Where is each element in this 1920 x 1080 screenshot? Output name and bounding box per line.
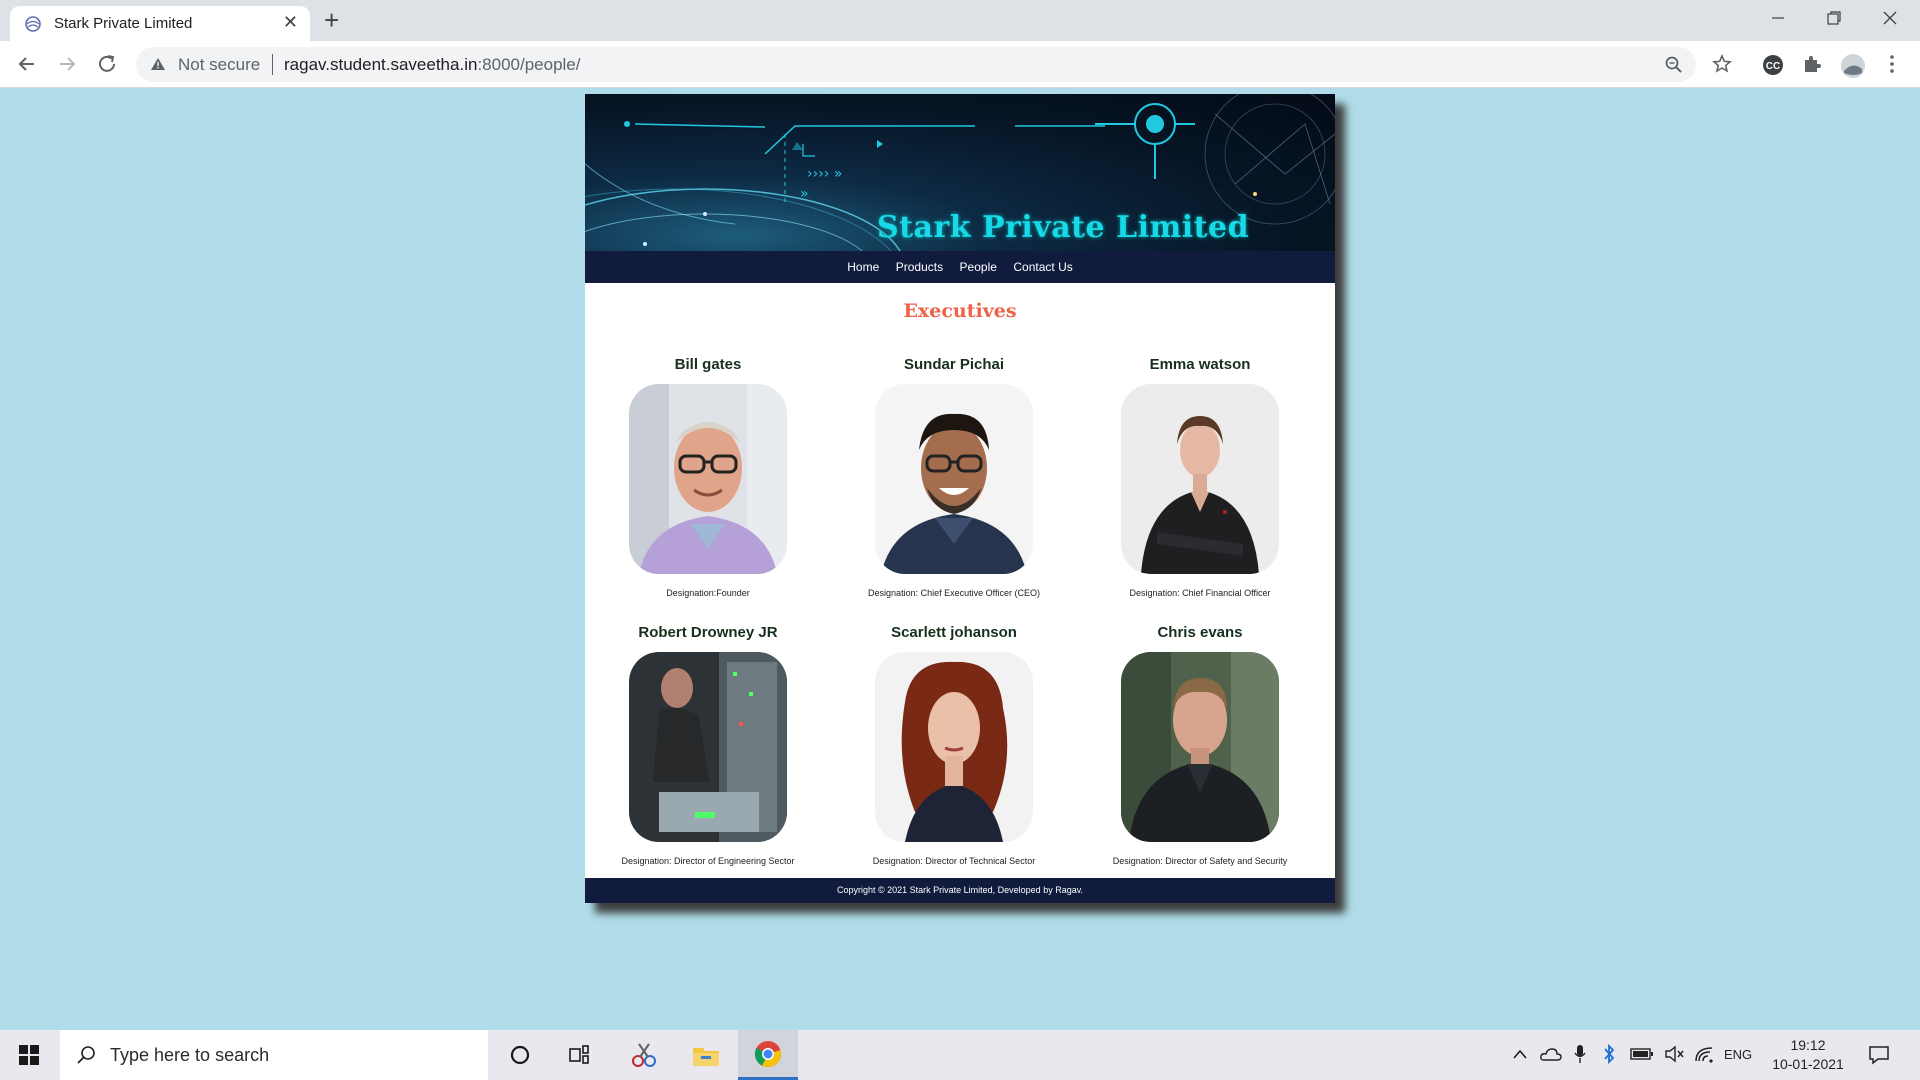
person-name: Robert Drowney JR [638, 624, 778, 641]
snipping-tool-icon [632, 1043, 656, 1067]
address-bar[interactable]: Not secure ragav.student.saveetha.in:800… [136, 47, 1696, 82]
speaker-muted-icon[interactable] [1664, 1045, 1684, 1063]
site-footer: Copyright © 2021 Stark Private Limited, … [585, 878, 1335, 903]
nav-home[interactable]: Home [847, 251, 879, 283]
browser-menu-icon[interactable] [1888, 54, 1896, 74]
file-explorer-icon [693, 1048, 719, 1066]
person-designation: Designation:Founder [666, 588, 750, 598]
person-name: Chris evans [1157, 624, 1243, 641]
restore-icon[interactable] [1826, 10, 1842, 26]
site-container: ›››› » » Stark Private Limited Home Prod… [585, 94, 1335, 903]
svg-text:›››› »: ›››› » [807, 166, 842, 182]
start-button[interactable] [0, 1030, 58, 1080]
task-view-button[interactable] [550, 1030, 610, 1080]
clock-time: 19:12 [1790, 1037, 1826, 1053]
main-nav: Home Products People Contact Us [585, 251, 1335, 283]
wifi-icon[interactable] [1694, 1045, 1714, 1063]
person-photo [875, 384, 1033, 574]
person-designation: Designation: Director of Safety and Secu… [1112, 856, 1288, 866]
url-text[interactable]: ragav.student.saveetha.in:8000/people/ [284, 55, 580, 75]
back-icon[interactable] [14, 51, 40, 77]
url-path: :8000/people/ [477, 55, 581, 74]
profile-avatar-icon[interactable] [1840, 53, 1866, 79]
url-host: ragav.student.saveetha.in [284, 55, 478, 74]
cortana-button[interactable] [490, 1030, 550, 1080]
windows-logo-icon [19, 1045, 39, 1065]
person-name: Scarlett johanson [891, 624, 1017, 641]
tab-title: Stark Private Limited [54, 15, 193, 32]
onedrive-cloud-icon[interactable] [1540, 1047, 1562, 1061]
header-banner: ›››› » » Stark Private Limited [585, 94, 1335, 251]
nav-contact-us[interactable]: Contact Us [1013, 251, 1072, 283]
warning-icon[interactable] [150, 56, 166, 72]
person-designation: Designation: Director of Engineering Sec… [621, 856, 795, 866]
nav-people[interactable]: People [960, 251, 997, 283]
browser-tab[interactable]: Stark Private Limited ✕ [10, 6, 310, 41]
svg-text:CC: CC [1766, 61, 1780, 72]
person-photo [629, 652, 787, 842]
brand-title: Stark Private Limited [877, 210, 1250, 245]
person-card: Bill gates Designation:Founder [585, 356, 831, 598]
taskbar: Type here to search ENG 19:12 10-01-2021 [0, 1030, 1920, 1080]
extensions-puzzle-icon[interactable] [1802, 54, 1822, 74]
notification-center-icon[interactable] [1868, 1045, 1890, 1065]
language-indicator[interactable]: ENG [1724, 1047, 1752, 1062]
nav-products[interactable]: Products [896, 251, 943, 283]
person-card: Scarlett johanson Designation: Director … [831, 624, 1077, 866]
new-tab-button[interactable]: + [324, 5, 339, 36]
person-card: Chris evans Designation: Director of Saf… [1077, 624, 1323, 866]
person-card: Sundar Pichai Designation: Chief Executi… [831, 356, 1077, 598]
person-name: Emma watson [1149, 356, 1251, 373]
tab-close-icon[interactable]: ✕ [283, 12, 298, 33]
reload-icon[interactable] [94, 51, 120, 77]
bluetooth-icon[interactable] [1602, 1044, 1616, 1064]
extension-cc-icon[interactable]: CC [1762, 54, 1784, 76]
browser-tab-strip: Stark Private Limited ✕ + [0, 0, 1920, 41]
forward-icon[interactable] [54, 51, 80, 77]
person-card: Robert Drowney JR Designation: Director … [585, 624, 831, 866]
person-photo [875, 652, 1033, 842]
person-photo [629, 384, 787, 574]
chevron-up-icon[interactable] [1512, 1048, 1528, 1060]
clock-date: 10-01-2021 [1772, 1056, 1844, 1072]
person-card: Emma watson Designation: Chief Financial… [1077, 356, 1323, 598]
person-photo [1121, 652, 1279, 842]
person-name: Sundar Pichai [903, 356, 1005, 373]
bookmark-star-icon[interactable] [1712, 54, 1732, 74]
window-close-icon[interactable] [1882, 10, 1898, 26]
person-designation: Designation: Director of Technical Secto… [872, 856, 1036, 866]
taskbar-app-snip[interactable] [614, 1030, 674, 1080]
taskbar-search-box[interactable]: Type here to search [60, 1030, 488, 1080]
search-placeholder: Type here to search [110, 1045, 270, 1065]
taskbar-app-chrome[interactable] [738, 1030, 798, 1080]
svg-text:»: » [800, 186, 809, 202]
section-title: Executives [903, 300, 1017, 322]
cortana-circle-icon [510, 1045, 530, 1065]
site-favicon-icon [25, 16, 41, 32]
battery-icon[interactable] [1630, 1047, 1654, 1061]
security-label[interactable]: Not secure [178, 55, 260, 75]
person-designation: Designation: Chief Financial Officer [1129, 588, 1271, 598]
zoom-icon[interactable] [1664, 55, 1684, 75]
person-designation: Designation: Chief Executive Officer (CE… [868, 588, 1040, 598]
chrome-icon [754, 1040, 781, 1067]
minimize-icon[interactable] [1770, 10, 1786, 26]
search-icon [77, 1046, 95, 1064]
taskbar-app-explorer[interactable] [676, 1030, 736, 1080]
browser-toolbar: Not secure ragav.student.saveetha.in:800… [0, 41, 1920, 88]
microphone-icon[interactable] [1574, 1044, 1586, 1064]
address-separator [272, 54, 273, 75]
person-photo [1121, 384, 1279, 574]
system-clock[interactable]: 19:12 10-01-2021 [1768, 1036, 1848, 1074]
task-view-icon [569, 1045, 589, 1064]
person-name: Bill gates [674, 356, 742, 373]
